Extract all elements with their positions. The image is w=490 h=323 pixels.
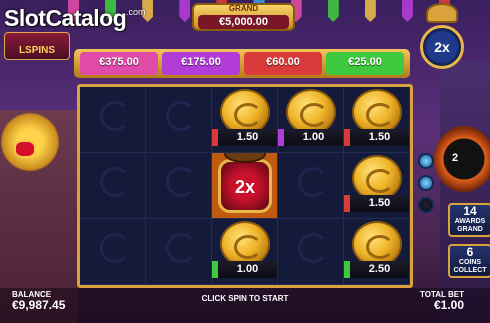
grand-value: €5,000.00 [198, 15, 289, 29]
awards-grand-number: 14 [463, 204, 477, 218]
empty-cell [80, 87, 146, 153]
coin-cell: 1.00 [212, 219, 278, 285]
ruby-gem-icon [14, 140, 36, 158]
coins-collect-panel: 6 COINS COLLECT [448, 244, 490, 278]
grand-jackpot: GRAND €5,000.00 [192, 3, 295, 31]
wheel-value: 2 [452, 152, 459, 164]
indicator-light-3 [418, 197, 434, 213]
jackpot-2: €175.00 [162, 52, 240, 75]
coin-value: 1.50 [212, 129, 277, 146]
indicator-light-2 [418, 175, 434, 191]
empty-cell [278, 153, 344, 219]
empty-cell [146, 153, 212, 219]
empty-cell [278, 219, 344, 285]
watermark-suffix: .com [126, 7, 146, 17]
empty-cell [80, 153, 146, 219]
game-screen: SlotCatalog .com LSPINS GRAND €5,000.00 … [0, 0, 490, 323]
jackpot-3: €60.00 [244, 52, 322, 75]
indicator-light-1 [418, 153, 434, 169]
logo-subtitle: LSPINS [4, 32, 70, 60]
empty-cell [146, 219, 212, 285]
coins-collect-number: 6 [466, 245, 474, 259]
total-bet-value[interactable]: €1.00 [434, 298, 464, 312]
jackpot-1: €375.00 [80, 52, 158, 75]
awards-grand-panel: 14 AWARDS GRAND [448, 203, 490, 237]
empty-cell [146, 87, 212, 153]
coin-cell: 1.50 [344, 153, 410, 219]
coin-value: 1.00 [212, 261, 277, 278]
coin-cell: 1.00 [278, 87, 344, 153]
awards-grand-text: AWARDS GRAND [454, 218, 486, 233]
spin-prompt: CLICK SPIN TO START [201, 294, 289, 303]
coin-cell: 2.50 [344, 219, 410, 285]
multiplier-pot: 2x [218, 159, 272, 213]
multiplier-pot-cell: 2x [212, 153, 278, 219]
coins-collect-text: COINS COLLECT [453, 259, 487, 274]
jackpot-row: €375.00 €175.00 €60.00 €25.00 [74, 49, 410, 78]
jackpot-4: €25.00 [326, 52, 404, 75]
coin-value: 1.50 [344, 195, 409, 212]
pot-icon [426, 3, 458, 23]
balance-value: €9,987.45 [12, 298, 66, 312]
multiplier-badge: 2x [420, 25, 464, 69]
coin-value: 1.00 [278, 129, 343, 146]
grand-label: GRAND [228, 4, 259, 13]
coin-cell: 1.50 [344, 87, 410, 153]
reel-grid: 1.50 1.00 1.50 2x 1.50 1.00 2.50 [80, 87, 410, 285]
coin-value: 1.50 [344, 129, 409, 146]
coin-value: 2.50 [344, 261, 409, 278]
coin-cell: 1.50 [212, 87, 278, 153]
bonus-wheel-icon[interactable] [434, 126, 490, 192]
empty-cell [80, 219, 146, 285]
